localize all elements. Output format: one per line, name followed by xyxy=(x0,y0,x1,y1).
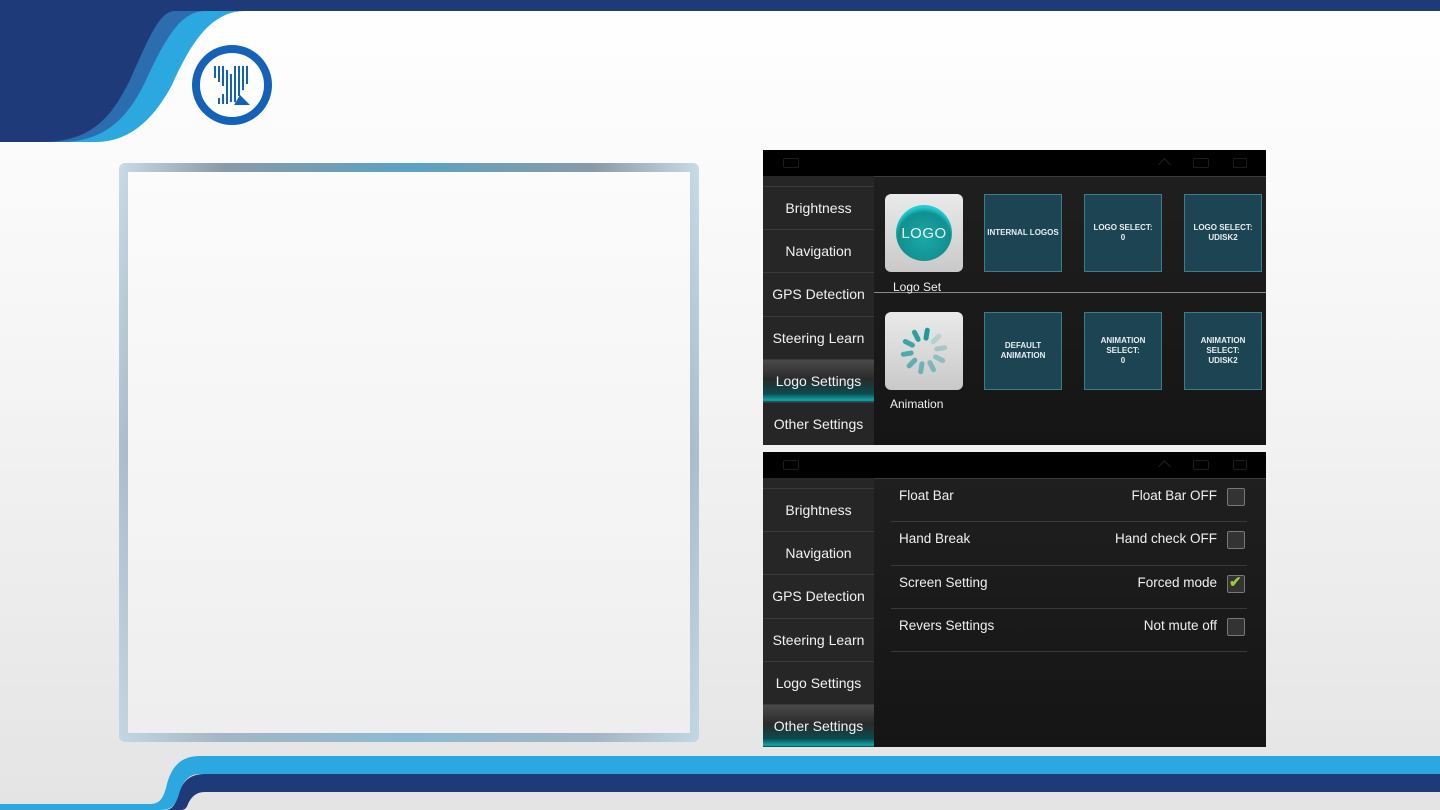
spinner-dash xyxy=(923,327,930,341)
x-brand-logo-icon xyxy=(192,45,272,125)
window-icon[interactable] xyxy=(1233,158,1247,168)
spinner-dash xyxy=(900,350,914,357)
content-area xyxy=(128,172,690,733)
setting-row-float-bar[interactable]: Float Bar Float Bar OFF xyxy=(891,479,1247,523)
setting-value: Hand check OFF xyxy=(1114,531,1217,547)
settings-side-menu: Brightness Navigation GPS Detection Stee… xyxy=(763,478,874,747)
side-item-other-settings[interactable]: Other Settings xyxy=(763,401,874,445)
logo-settings-main: LOGO Logo Set INTERNAL LOGOS LOGO SELECT… xyxy=(874,176,1266,445)
hand-break-checkbox[interactable] xyxy=(1227,531,1245,550)
side-item-logo-settings[interactable]: Logo Settings xyxy=(763,660,874,704)
logo-select-0-tile[interactable]: LOGO SELECT: 0 xyxy=(1084,194,1162,272)
loading-spinner-icon xyxy=(900,327,948,375)
side-item-steering-learn[interactable]: Steering Learn xyxy=(763,617,874,661)
status-bar xyxy=(763,452,1266,478)
back-icon[interactable] xyxy=(1158,460,1172,470)
home-icon[interactable] xyxy=(783,158,799,168)
setting-label: Screen Setting xyxy=(899,574,988,590)
setting-row-revers-settings[interactable]: Revers Settings Not mute off xyxy=(891,609,1247,653)
spinner-dash xyxy=(930,333,942,345)
logo-set-row: LOGO Logo Set INTERNAL LOGOS LOGO SELECT… xyxy=(874,177,1266,294)
side-item-navigation[interactable]: Navigation xyxy=(763,229,874,272)
animation-select-udisk2-tile[interactable]: ANIMATION SELECT: UDISK2 xyxy=(1184,312,1262,390)
side-item-brightness[interactable]: Brightness xyxy=(763,186,874,229)
menu-icon[interactable] xyxy=(1193,460,1209,470)
other-settings-main: Float Bar Float Bar OFF Hand Break Hand … xyxy=(874,478,1266,747)
spinner-dash xyxy=(918,361,925,375)
side-item-steering-learn[interactable]: Steering Learn xyxy=(763,315,874,359)
setting-label: Float Bar xyxy=(899,488,954,503)
setting-value: Float Bar OFF xyxy=(1131,488,1217,503)
animation-button[interactable] xyxy=(885,312,963,390)
setting-label: Revers Settings xyxy=(899,617,995,633)
side-item-brightness[interactable]: Brightness xyxy=(763,488,874,531)
footer-wave-decoration xyxy=(0,756,1440,810)
home-icon[interactable] xyxy=(783,460,799,470)
side-item-other-settings[interactable]: Other Settings xyxy=(763,703,874,747)
default-animation-tile[interactable]: DEFAULT ANIMATION xyxy=(984,312,1062,390)
animation-caption: Animation xyxy=(890,397,944,411)
setting-row-hand-break[interactable]: Hand Break Hand check OFF xyxy=(891,522,1247,566)
setting-label: Hand Break xyxy=(899,531,971,547)
side-item-gps-detection[interactable]: GPS Detection xyxy=(763,272,874,315)
spinner-dash xyxy=(934,345,948,352)
side-item-logo-settings[interactable]: Logo Settings xyxy=(763,358,874,402)
content-frame xyxy=(119,163,699,742)
revers-settings-checkbox[interactable] xyxy=(1227,617,1245,636)
setting-value: Forced mode xyxy=(1137,574,1217,590)
spinner-dash xyxy=(902,338,915,348)
animation-select-0-tile[interactable]: ANIMATION SELECT: 0 xyxy=(1084,312,1162,390)
window-icon[interactable] xyxy=(1233,460,1247,470)
float-bar-checkbox[interactable] xyxy=(1227,488,1245,506)
spinner-dash xyxy=(906,357,918,369)
spinner-dash xyxy=(911,329,921,342)
back-icon[interactable] xyxy=(1158,158,1172,168)
side-item-navigation[interactable]: Navigation xyxy=(763,531,874,574)
other-settings-screenshot: Brightness Navigation GPS Detection Stee… xyxy=(763,452,1266,747)
logo-settings-screenshot: Brightness Navigation GPS Detection Stee… xyxy=(763,150,1266,445)
settings-side-menu: Brightness Navigation GPS Detection Stee… xyxy=(763,176,874,445)
logo-icon: LOGO xyxy=(896,205,952,261)
spinner-dash xyxy=(927,360,937,373)
logo-set-caption: Logo Set xyxy=(893,280,942,294)
menu-icon[interactable] xyxy=(1193,158,1209,168)
logo-select-udisk2-tile[interactable]: LOGO SELECT: UDISK2 xyxy=(1184,194,1262,272)
animation-row: Animation DEFAULT ANIMATION ANIMATION SE… xyxy=(874,294,1266,445)
setting-row-screen-setting[interactable]: Screen Setting Forced mode ✔ xyxy=(891,566,1247,609)
screen-setting-checkbox[interactable]: ✔ xyxy=(1227,573,1245,593)
internal-logos-tile[interactable]: INTERNAL LOGOS xyxy=(984,194,1062,272)
spinner-dash xyxy=(933,354,946,364)
setting-value: Not mute off xyxy=(1143,617,1217,633)
side-item-gps-detection[interactable]: GPS Detection xyxy=(763,574,874,617)
checkmark-icon: ✔ xyxy=(1229,573,1242,591)
logo-set-button[interactable]: LOGO xyxy=(885,194,963,272)
status-bar xyxy=(763,150,1266,176)
